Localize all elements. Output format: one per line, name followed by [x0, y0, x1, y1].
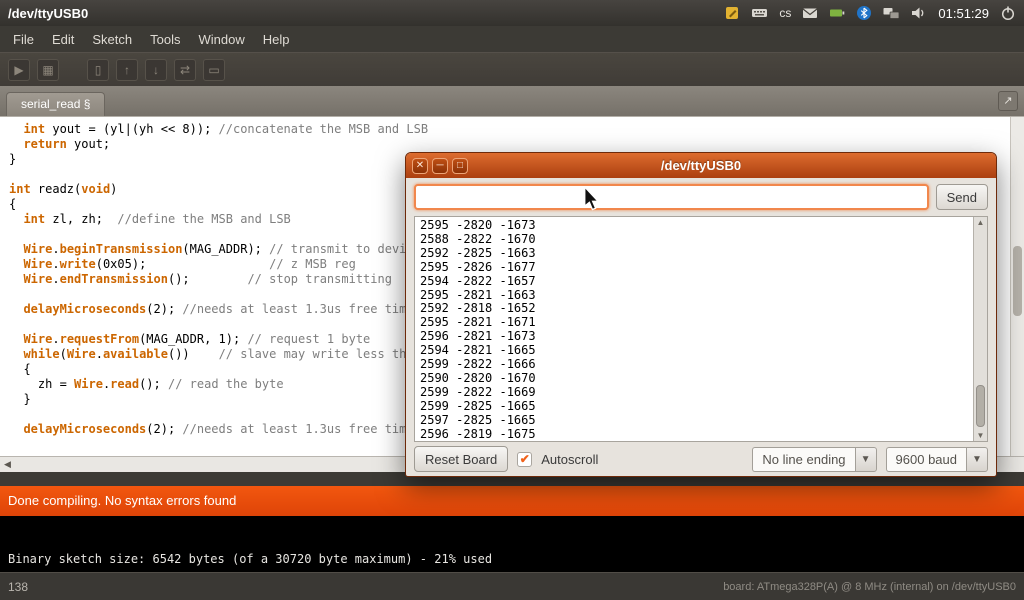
menu-file[interactable]: File: [4, 28, 43, 51]
battery-icon[interactable]: [829, 5, 845, 21]
serial-line: 2590 -2820 -1670: [420, 372, 968, 386]
upload-button[interactable]: ⇄: [174, 59, 196, 81]
new-file-icon: ▯: [95, 63, 102, 77]
stop-button[interactable]: ▦: [37, 59, 59, 81]
line-ending-dropdown[interactable]: No line ending ▼: [752, 447, 876, 472]
menu-edit[interactable]: Edit: [43, 28, 83, 51]
scroll-up-icon[interactable]: ▲: [974, 218, 987, 227]
maximize-icon: □: [457, 160, 463, 171]
open-icon: ↑: [124, 63, 130, 77]
autoscroll-label[interactable]: Autoscroll: [541, 452, 598, 467]
serial-line: 2588 -2822 -1670: [420, 233, 968, 247]
code-line: return yout;: [9, 137, 1024, 152]
check-icon: ✔: [520, 452, 530, 466]
console-output: Binary sketch size: 6542 bytes (of a 307…: [0, 516, 1024, 572]
autoscroll-checkbox[interactable]: ✔: [517, 452, 532, 467]
serial-line: 2599 -2822 -1666: [420, 358, 968, 372]
close-button[interactable]: ✕: [412, 158, 428, 174]
serial-monitor-button[interactable]: ▭: [203, 59, 225, 81]
serial-line: 2595 -2821 -1671: [420, 316, 968, 330]
menu-tools[interactable]: Tools: [141, 28, 189, 51]
clock[interactable]: 01:51:29: [938, 6, 989, 21]
open-sketch-button[interactable]: ↑: [116, 59, 138, 81]
serial-vertical-scrollbar[interactable]: ▲ ▼: [973, 217, 987, 441]
serial-window-titlebar[interactable]: ✕ ─ □ /dev/ttyUSB0: [406, 153, 996, 178]
keyboard-icon[interactable]: [751, 5, 768, 21]
board-info: board: ATmega328P(A) @ 8 MHz (internal) …: [723, 581, 1016, 593]
serial-line: 2596 -2821 -1673: [420, 330, 968, 344]
tab-menu-button[interactable]: ↗: [998, 91, 1018, 111]
serial-line: 2597 -2825 -1665: [420, 414, 968, 428]
serial-line: 2594 -2822 -1657: [420, 275, 968, 289]
save-icon: ↓: [153, 63, 159, 77]
scroll-left-icon[interactable]: ◀: [4, 459, 11, 469]
bluetooth-icon[interactable]: [856, 5, 872, 21]
code-line: int yout = (yl|(yh << 8)); //concatenate…: [9, 122, 1024, 137]
system-tray: cs 01:51:29: [724, 5, 1016, 21]
tab-serial-read[interactable]: serial_read §: [6, 92, 105, 116]
minimize-button[interactable]: ─: [432, 158, 448, 174]
volume-icon[interactable]: [911, 5, 927, 21]
panel-window-title: /dev/ttyUSB0: [8, 6, 88, 21]
menu-window[interactable]: Window: [189, 28, 253, 51]
serial-input-row: Send: [406, 178, 996, 216]
scrollbar-thumb[interactable]: [1013, 246, 1022, 316]
serial-output-lines: 2595 -2820 -16732588 -2822 -16702592 -28…: [415, 217, 973, 441]
menu-bar: File Edit Sketch Tools Window Help: [0, 26, 1024, 52]
serial-output-area[interactable]: 2595 -2820 -16732588 -2822 -16702592 -28…: [414, 216, 988, 442]
console-text: Binary sketch size: 6542 bytes (of a 307…: [8, 552, 492, 566]
menu-sketch[interactable]: Sketch: [83, 28, 141, 51]
notes-indicator-icon[interactable]: [724, 5, 740, 21]
toolbar: ▶ ▦ ▯ ↑ ↓ ⇄ ▭: [0, 52, 1024, 86]
serial-line: 2596 -2819 -1675: [420, 428, 968, 441]
serial-line: 2599 -2825 -1665: [420, 400, 968, 414]
serial-monitor-icon: ▭: [208, 63, 219, 77]
top-panel: /dev/ttyUSB0 cs 01:51:: [0, 0, 1024, 26]
mouse-cursor: [583, 187, 601, 213]
language-indicator[interactable]: cs: [779, 6, 791, 20]
serial-line: 2592 -2818 -1652: [420, 302, 968, 316]
line-number: 138: [8, 580, 28, 594]
maximize-button[interactable]: □: [452, 158, 468, 174]
compile-status-bar: Done compiling. No syntax errors found: [0, 486, 1024, 516]
baud-rate-dropdown[interactable]: 9600 baud ▼: [886, 447, 988, 472]
serial-window-title: /dev/ttyUSB0: [406, 158, 996, 173]
upload-icon: ⇄: [180, 63, 190, 77]
scroll-down-icon[interactable]: ▼: [974, 431, 987, 440]
compile-status-text: Done compiling. No syntax errors found: [8, 493, 236, 508]
close-icon: ✕: [416, 160, 424, 171]
chevron-down-icon[interactable]: ▼: [966, 447, 988, 472]
stop-icon: ▦: [42, 63, 53, 77]
verify-icon: ▶: [14, 63, 23, 77]
verify-button[interactable]: ▶: [8, 59, 30, 81]
minimize-icon: ─: [436, 160, 443, 171]
chevron-down-icon[interactable]: ▼: [855, 447, 877, 472]
serial-line: 2599 -2822 -1669: [420, 386, 968, 400]
serial-line: 2595 -2820 -1673: [420, 219, 968, 233]
serial-send-input[interactable]: [414, 184, 929, 210]
serial-line: 2595 -2821 -1663: [420, 289, 968, 303]
status-bar: 138 board: ATmega328P(A) @ 8 MHz (intern…: [0, 572, 1024, 600]
editor-vertical-scrollbar[interactable]: [1010, 117, 1024, 456]
serial-monitor-window: ✕ ─ □ /dev/ttyUSB0 Send 2595 -2820 -1673…: [405, 152, 997, 477]
save-sketch-button[interactable]: ↓: [145, 59, 167, 81]
serial-line: 2594 -2821 -1665: [420, 344, 968, 358]
tab-bar: serial_read § ↗: [0, 86, 1024, 116]
serial-line: 2595 -2826 -1677: [420, 261, 968, 275]
serial-line: 2592 -2825 -1663: [420, 247, 968, 261]
mail-icon[interactable]: [802, 5, 818, 21]
scrollbar-thumb[interactable]: [976, 385, 985, 427]
menu-help[interactable]: Help: [254, 28, 299, 51]
network-icon[interactable]: [883, 5, 900, 21]
tab-menu-icon: ↗: [1003, 95, 1012, 107]
send-button[interactable]: Send: [936, 184, 988, 210]
serial-bottom-bar: Reset Board ✔ Autoscroll No line ending …: [406, 442, 996, 476]
screen: /dev/ttyUSB0 cs 01:51:: [0, 0, 1024, 600]
session-menu-icon[interactable]: [1000, 5, 1016, 21]
baud-rate-value: 9600 baud: [886, 447, 966, 472]
reset-board-button[interactable]: Reset Board: [414, 446, 508, 472]
line-ending-value: No line ending: [752, 447, 854, 472]
new-sketch-button[interactable]: ▯: [87, 59, 109, 81]
